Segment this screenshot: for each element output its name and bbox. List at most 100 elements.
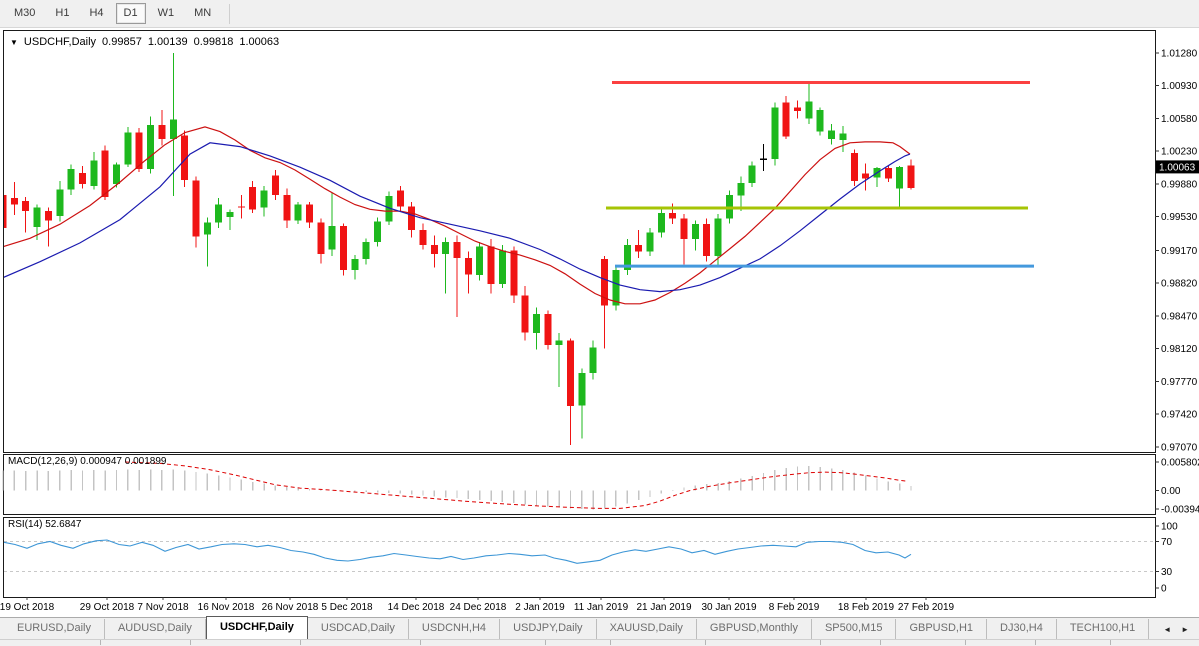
candle-body xyxy=(192,180,199,236)
candle-body xyxy=(454,242,461,258)
chart-tab-audusd-daily[interactable]: AUDUSD,Daily xyxy=(105,619,206,639)
ohlc-low: 0.99818 xyxy=(194,36,234,48)
candle-body xyxy=(408,207,415,230)
candle-body xyxy=(817,110,824,132)
chart-tab-tech100-h1[interactable]: TECH100,H1 xyxy=(1057,619,1149,639)
price-tick-label: 0.99530 xyxy=(1161,212,1198,223)
macd-tick-label: 0.005802 xyxy=(1161,458,1199,469)
candle-body xyxy=(340,226,347,270)
price-chart[interactable]: 1.012801.009301.005801.002300.998800.995… xyxy=(0,0,1199,645)
candle-body xyxy=(635,245,642,252)
candle-body xyxy=(544,314,551,345)
candle-body xyxy=(669,213,676,219)
candle-body xyxy=(431,245,438,254)
candle-body xyxy=(760,159,767,160)
date-tick-label: 21 Jan 2019 xyxy=(636,602,691,613)
date-tick-label: 7 Nov 2018 xyxy=(137,602,188,613)
date-tick-label: 19 Oct 2018 xyxy=(0,602,54,613)
chart-tab-gbpusd-h1[interactable]: GBPUSD,H1 xyxy=(896,619,987,639)
candle-body xyxy=(102,150,109,197)
candle-body xyxy=(590,348,597,373)
macd-panel[interactable] xyxy=(4,455,1156,515)
chart-tab-usdcnh-h4[interactable]: USDCNH,H4 xyxy=(409,619,500,639)
candle-body xyxy=(56,190,63,216)
candle-body xyxy=(419,230,426,245)
candle-body xyxy=(317,222,324,254)
candle-body xyxy=(896,167,903,189)
tab-scroll-left-icon[interactable]: ◄ xyxy=(1163,626,1171,634)
chart-tab-dj30-h4[interactable]: DJ30,H4 xyxy=(987,619,1057,639)
price-tick-label: 0.98470 xyxy=(1161,311,1198,322)
candle-body xyxy=(885,168,892,178)
date-tick-label: 8 Feb 2019 xyxy=(769,602,820,613)
ohlc-high: 1.00139 xyxy=(148,36,188,48)
candle-body xyxy=(238,207,245,208)
chart-tab-usdcad-daily[interactable]: USDCAD,Daily xyxy=(308,619,409,639)
strip-divider xyxy=(880,640,881,645)
strip-divider xyxy=(705,640,706,645)
candle-body xyxy=(306,205,313,223)
rsi-indicator-label: RSI(14) 52.6847 xyxy=(8,519,81,530)
strip-divider xyxy=(1110,640,1111,645)
time-axis[interactable]: 19 Oct 201829 Oct 20187 Nov 201816 Nov 2… xyxy=(0,600,1199,616)
date-tick-label: 16 Nov 2018 xyxy=(198,602,255,613)
chevron-down-icon[interactable]: ▼ xyxy=(10,38,18,47)
date-tick-label: 14 Dec 2018 xyxy=(388,602,445,613)
tab-scroll-right-icon[interactable]: ► xyxy=(1181,626,1189,634)
strip-divider xyxy=(420,640,421,645)
chart-title: ▼ USDCHF,Daily 0.99857 1.00139 0.99818 1… xyxy=(10,36,279,48)
candle-body xyxy=(658,213,665,233)
price-tick-label: 0.98120 xyxy=(1161,344,1198,355)
candle-body xyxy=(124,133,131,165)
price-tick-label: 0.97420 xyxy=(1161,410,1198,421)
candle-body xyxy=(715,219,722,256)
date-tick-label: 2 Jan 2019 xyxy=(515,602,565,613)
chart-tab-usdchf-daily[interactable]: USDCHF,Daily xyxy=(206,616,308,639)
candle-body xyxy=(45,211,52,220)
price-tick-label: 1.00580 xyxy=(1161,114,1198,125)
chart-symbol-label: USDCHF,Daily xyxy=(24,36,96,48)
candle-body xyxy=(522,295,529,332)
chart-tab-bar: EURUSD,DailyAUDUSD,DailyUSDCHF,DailyUSDC… xyxy=(0,617,1199,639)
candle-body xyxy=(794,107,801,111)
date-tick-label: 5 Dec 2018 xyxy=(321,602,372,613)
candle-body xyxy=(862,174,869,179)
candle-body xyxy=(488,247,495,284)
candle-body xyxy=(533,314,540,333)
date-tick-label: 26 Nov 2018 xyxy=(262,602,319,613)
candle-body xyxy=(578,373,585,406)
chart-tab-eurusd-daily[interactable]: EURUSD,Daily xyxy=(4,619,105,639)
candle-body xyxy=(908,165,915,188)
candle-body xyxy=(805,102,812,119)
rsi-panel[interactable] xyxy=(4,518,1156,598)
candle-body xyxy=(749,165,756,183)
candle-body xyxy=(839,134,846,141)
candle-body xyxy=(397,191,404,207)
ohlc-open: 0.99857 xyxy=(102,36,142,48)
candle-body xyxy=(11,198,18,205)
candle-body xyxy=(90,161,97,186)
rsi-tick-label: 0 xyxy=(1161,584,1167,595)
chart-tab-gbpusd-monthly[interactable]: GBPUSD,Monthly xyxy=(697,619,812,639)
strip-divider xyxy=(1035,640,1036,645)
strip-divider xyxy=(300,640,301,645)
candle-body xyxy=(295,205,302,221)
strip-divider xyxy=(610,640,611,645)
candle-body xyxy=(363,242,370,259)
strip-divider xyxy=(100,640,101,645)
candle-body xyxy=(79,173,86,184)
strip-divider xyxy=(545,640,546,645)
chart-tab-xauusd-daily[interactable]: XAUUSD,Daily xyxy=(597,619,697,639)
price-tick-label: 0.97770 xyxy=(1161,377,1198,388)
candle-body xyxy=(646,233,653,252)
candle-body xyxy=(22,201,29,211)
candle-body xyxy=(34,207,41,227)
candle-body xyxy=(261,191,268,208)
candle-body xyxy=(68,169,75,190)
candle-body xyxy=(771,107,778,159)
chart-tab-sp500-m15[interactable]: SP500,M15 xyxy=(812,619,896,639)
chart-tab-usdjpy-daily[interactable]: USDJPY,Daily xyxy=(500,619,597,639)
date-tick-label: 18 Feb 2019 xyxy=(838,602,894,613)
rsi-tick-label: 100 xyxy=(1161,522,1178,533)
date-tick-label: 11 Jan 2019 xyxy=(574,602,628,613)
